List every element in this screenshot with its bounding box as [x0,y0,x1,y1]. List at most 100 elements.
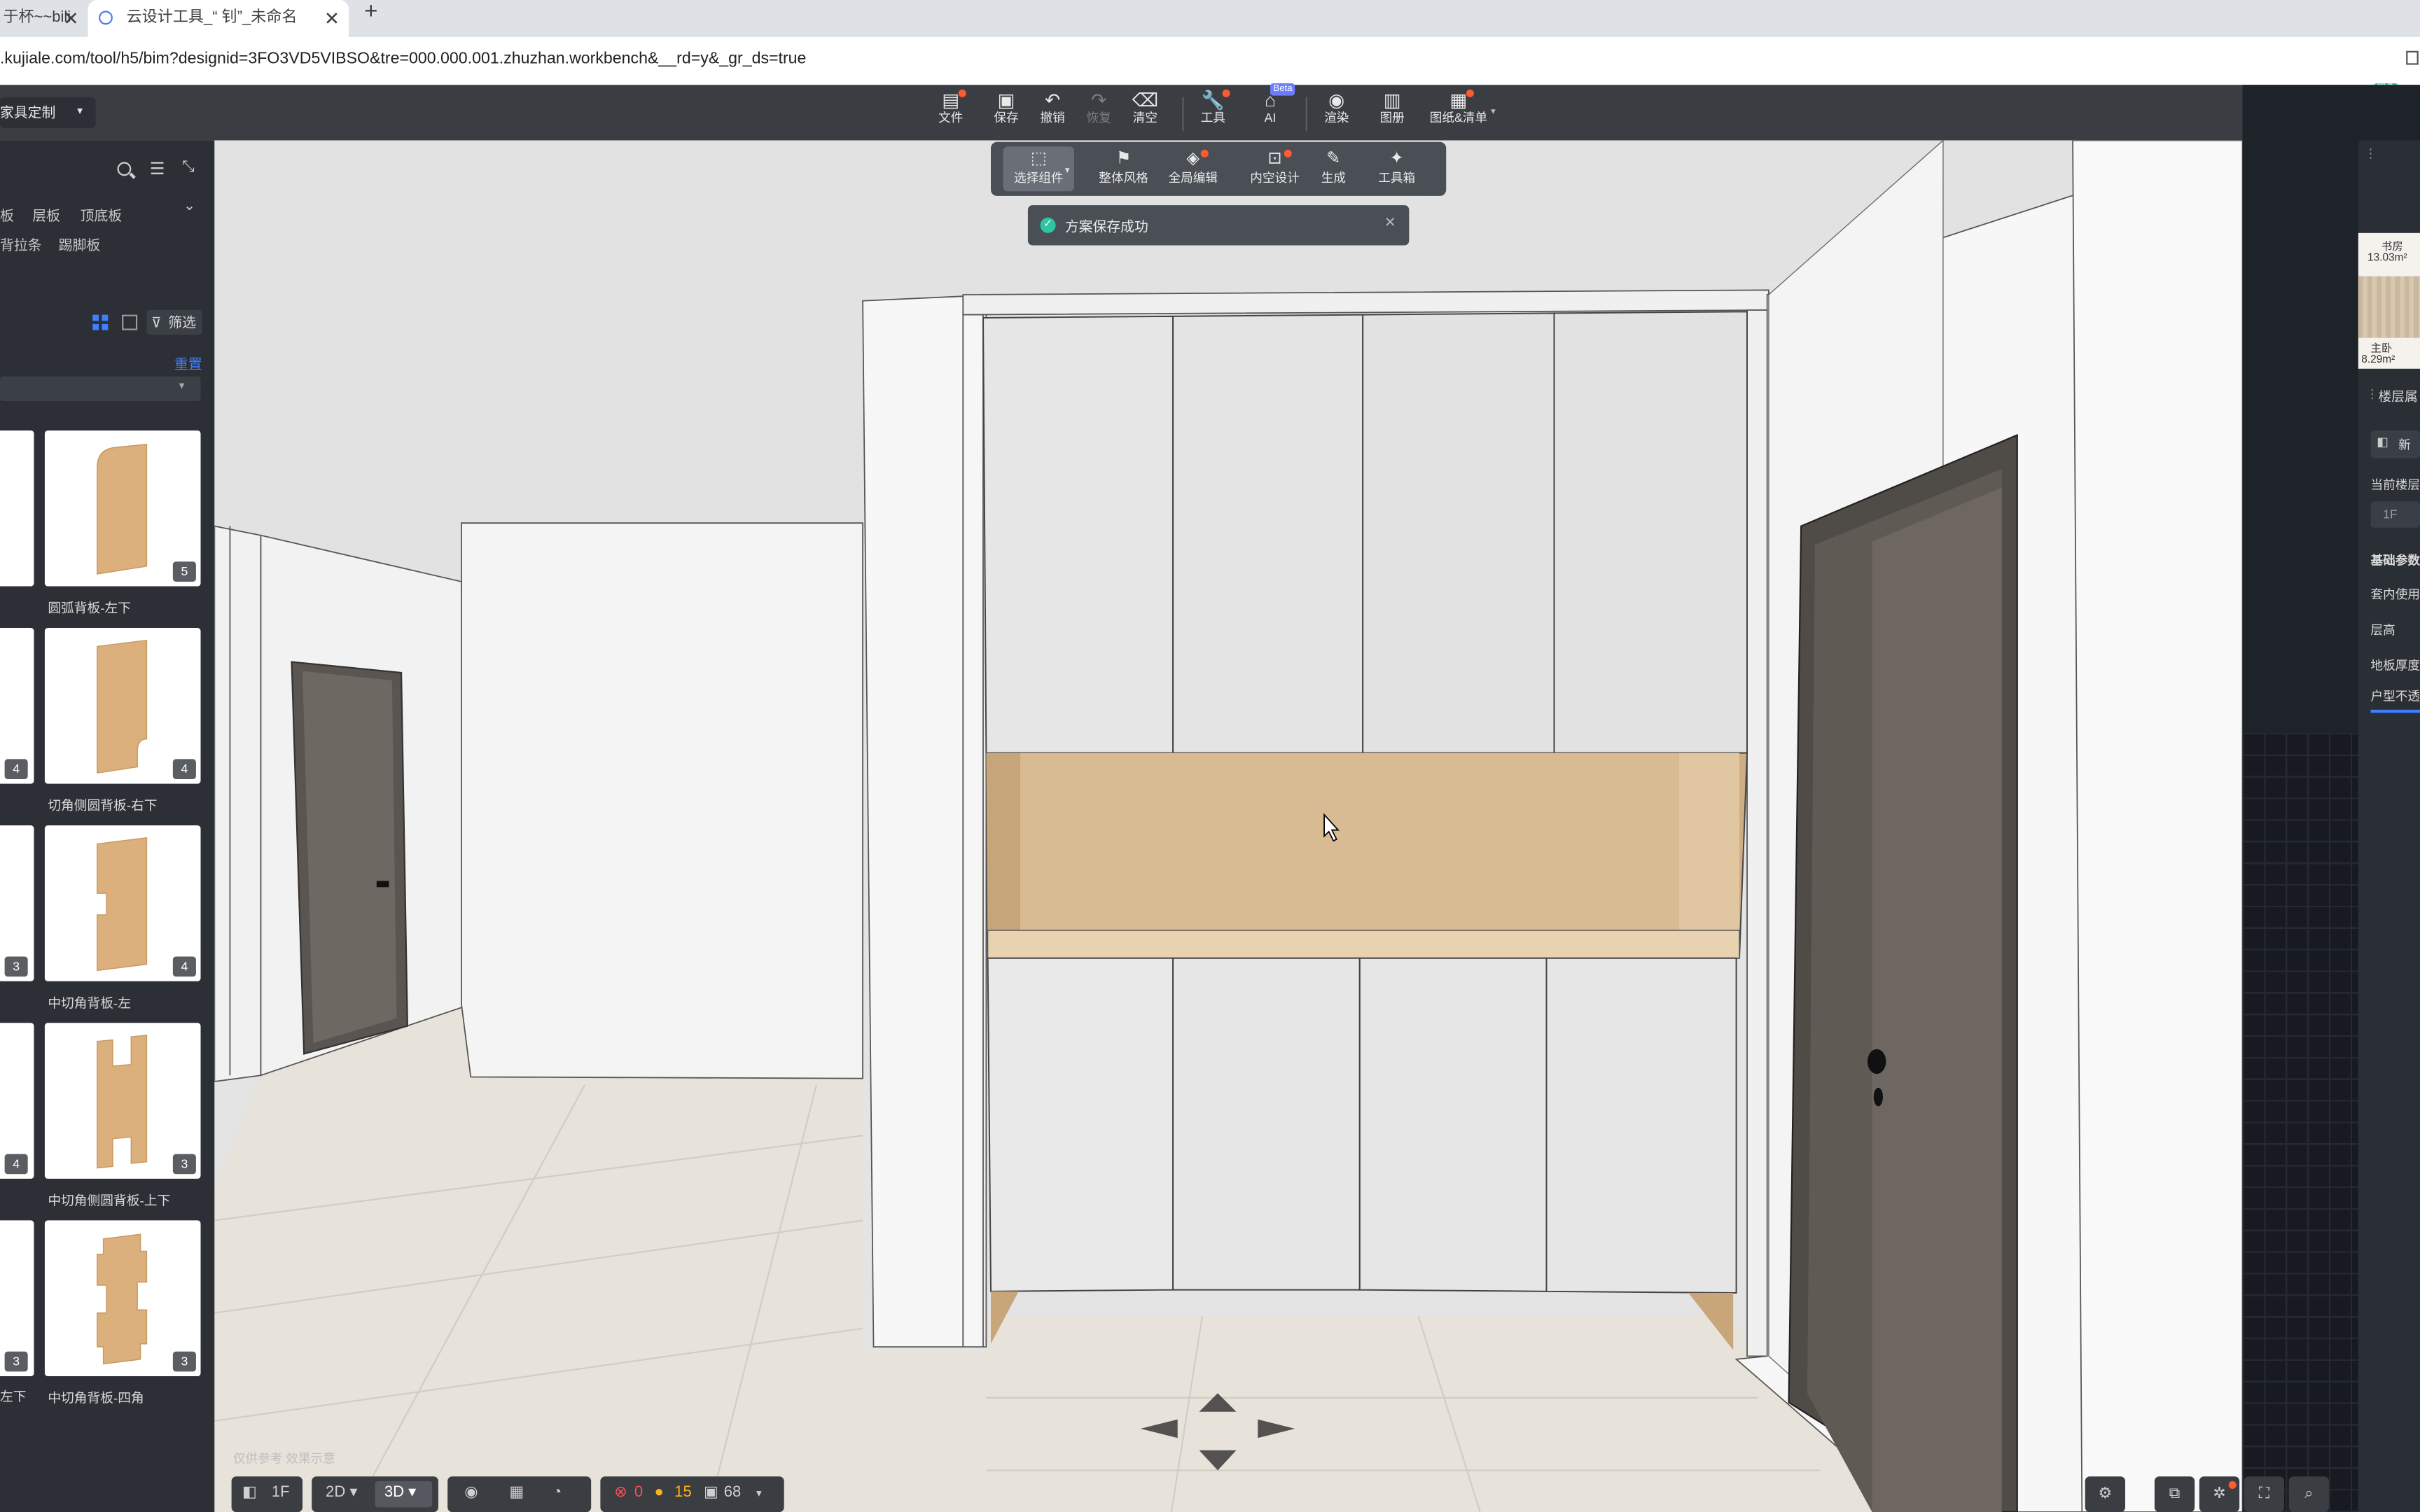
count-badge: 4 [172,956,196,977]
drawings-list-button[interactable]: ▦ 图纸&清单 [1426,89,1491,127]
url-text[interactable]: .kujiale.com/tool/h5/bim?designid=3FO3VD… [0,50,806,68]
floor-switcher[interactable]: ◧ 1F [231,1476,302,1512]
product-card-partial[interactable]: 3 [0,1220,34,1377]
floor-select[interactable]: 1F [2370,501,2420,528]
product-card-partial[interactable] [0,430,34,587]
drag-handle-icon[interactable]: ⋮ [2365,146,2377,160]
warning-count: 15 [674,1484,692,1502]
gauge-icon[interactable]: ◔ [552,1484,562,1501]
view-3d-button[interactable]: 3D ▾ [375,1480,433,1508]
display-tools: ◉ ▦ ◔ [447,1476,592,1512]
save-button[interactable]: ▣ 保存 [980,90,1033,127]
error-icon: ⊗ [614,1484,627,1502]
count-badge: 3 [172,1351,196,1372]
right-property-panel: ⋮ 书房 13.03m² 主卧 8.29m² ⋮ 楼层属 ◧ 新 当前楼层 1F… [2242,85,2420,1512]
current-floor-label: 当前楼层 [2370,478,2420,493]
select-label: 选择组件 [1014,171,1064,186]
render-button[interactable]: ◉ 渲染 [1310,90,1363,127]
filter-button[interactable]: ⊽ 筛选 [146,310,202,335]
redo-button[interactable]: ↷ 恢复 [1073,90,1125,127]
room-floor-texture [2358,276,2420,338]
save-icon: ▣ [997,89,1015,111]
ai-button[interactable]: ⌂ AI Beta [1244,83,1296,127]
toolbox-button[interactable]: ✦ 工具箱 [1366,148,1428,187]
house-type-label: 户型不透 [2370,690,2420,704]
success-check-icon: ✓ [1040,217,1056,233]
close-icon[interactable]: ✕ [63,0,78,37]
grid-view-icon[interactable] [92,314,109,330]
interior-design-button[interactable]: ⊡ 内空设计 [1244,148,1305,187]
address-bar[interactable]: .kujiale.com/tool/h5/bim?designid=3FO3VD… [0,36,2420,87]
browser-tab[interactable]: 于杯~~bili ✕ [0,0,86,37]
zoom-search-icon[interactable]: ⌕ [2288,1476,2329,1512]
list-sort-icon[interactable]: ☰ [150,159,165,178]
3d-scene[interactable] [214,140,2243,1512]
clear-button[interactable]: ⌫ 清空 [1119,90,1171,127]
new-tab-icon[interactable]: + [364,0,377,24]
album-button[interactable]: ▥ 图册 [1366,90,1419,127]
floor-label: 1F [271,1484,290,1502]
view-3d-label: 3D [384,1484,405,1502]
chevron-down-icon[interactable]: ▾ [1491,106,1496,117]
file-button[interactable]: ▤ 文件 [924,89,977,127]
product-card-partial[interactable]: 4 [0,628,34,784]
collapse-icon[interactable]: ⤡ [182,159,195,176]
room-area: 8.29m² [2361,354,2395,366]
tools-button[interactable]: 🔧 工具 [1187,89,1239,127]
product-card[interactable]: 4 [44,628,201,784]
close-icon[interactable]: ✕ [1384,214,1396,231]
generate-button[interactable]: ✎ 生成 [1302,148,1364,187]
product-card-partial[interactable]: 3 [0,825,34,981]
list-view-icon[interactable] [122,314,138,330]
global-edit-label: 全局编辑 [1168,171,1218,186]
notification-dot [1222,89,1230,97]
floorplan-minimap[interactable]: 书房 13.03m² 主卧 8.29m² [2358,232,2420,369]
side-panel-icon[interactable] [2406,50,2419,65]
style-button[interactable]: ⚑ 整体风格 [1092,148,1154,187]
filter-chip[interactable]: 层板 [32,205,60,225]
upper-cabinet-doors [982,311,1748,754]
view-2d-button[interactable]: 2D ▾ [326,1484,357,1501]
toggle-settings-icon[interactable]: ⚙ [2085,1476,2126,1512]
browser-tab-active[interactable]: 云设计工具_“ 钊”_未命名 ✕ [88,0,349,37]
product-card[interactable]: 4 [44,825,201,981]
select-component-button[interactable]: ⬚ 选择组件 ▾ [1003,146,1075,192]
slab-thickness-label: 地板厚度 [2370,659,2420,673]
notification-dot [958,89,966,97]
fullscreen-icon[interactable]: ⛶ [2244,1476,2285,1512]
product-card[interactable]: 5 [44,430,201,587]
product-card[interactable]: 3 [44,1220,201,1377]
filter-chip[interactable]: 踢脚板 [59,234,101,255]
filter-chip[interactable]: 背拉条 [0,234,42,255]
eye-icon[interactable]: ◉ [464,1484,478,1501]
notification-dot [1200,149,1209,158]
document-icon: ▦ [1449,89,1468,111]
warning-icon: ● [654,1484,664,1502]
section-title: 楼层属 [2378,388,2418,405]
drag-handle-icon[interactable]: ⋮ [2366,387,2379,401]
error-count: 0 [634,1484,644,1502]
product-card-partial[interactable]: 4 [0,1023,34,1179]
undo-button[interactable]: ↶ 撤销 [1027,90,1079,127]
mode-select[interactable]: 家具定制 ▾ [0,97,96,128]
status-counters[interactable]: ⊗ 0 ● 15 ▣ 68 ▾ [600,1476,784,1512]
beta-badge: Beta [1270,83,1295,96]
count-badge: 4 [4,1154,28,1175]
3d-viewport[interactable]: 仅供参考 效果示意 [214,140,2243,1512]
mode-select-label: 家具定制 [0,104,56,120]
grid-icon[interactable]: ▦ [509,1484,524,1501]
new-floor-button[interactable]: ◧ 新 [2370,430,2420,458]
global-edit-button[interactable]: ◈ 全局编辑 [1162,148,1224,187]
generate-icon: ✎ [1326,149,1341,169]
reset-link[interactable]: 重置 [174,354,202,374]
chevron-down-icon[interactable]: ⌄ [183,197,195,214]
interior-icon: ⊡ [1267,149,1282,169]
screenshot-icon[interactable]: ⧉ [2154,1476,2195,1512]
filter-chip[interactable]: 顶底板 [81,205,123,225]
new-button-label: 新 [2398,438,2411,452]
category-select[interactable]: ▾ [0,376,201,402]
close-icon[interactable]: ✕ [324,0,340,37]
product-card[interactable]: 3 [44,1023,201,1179]
view-mode-switcher[interactable]: 2D ▾ 3D ▾ [312,1476,438,1512]
filter-chip[interactable]: 板 [0,205,14,225]
